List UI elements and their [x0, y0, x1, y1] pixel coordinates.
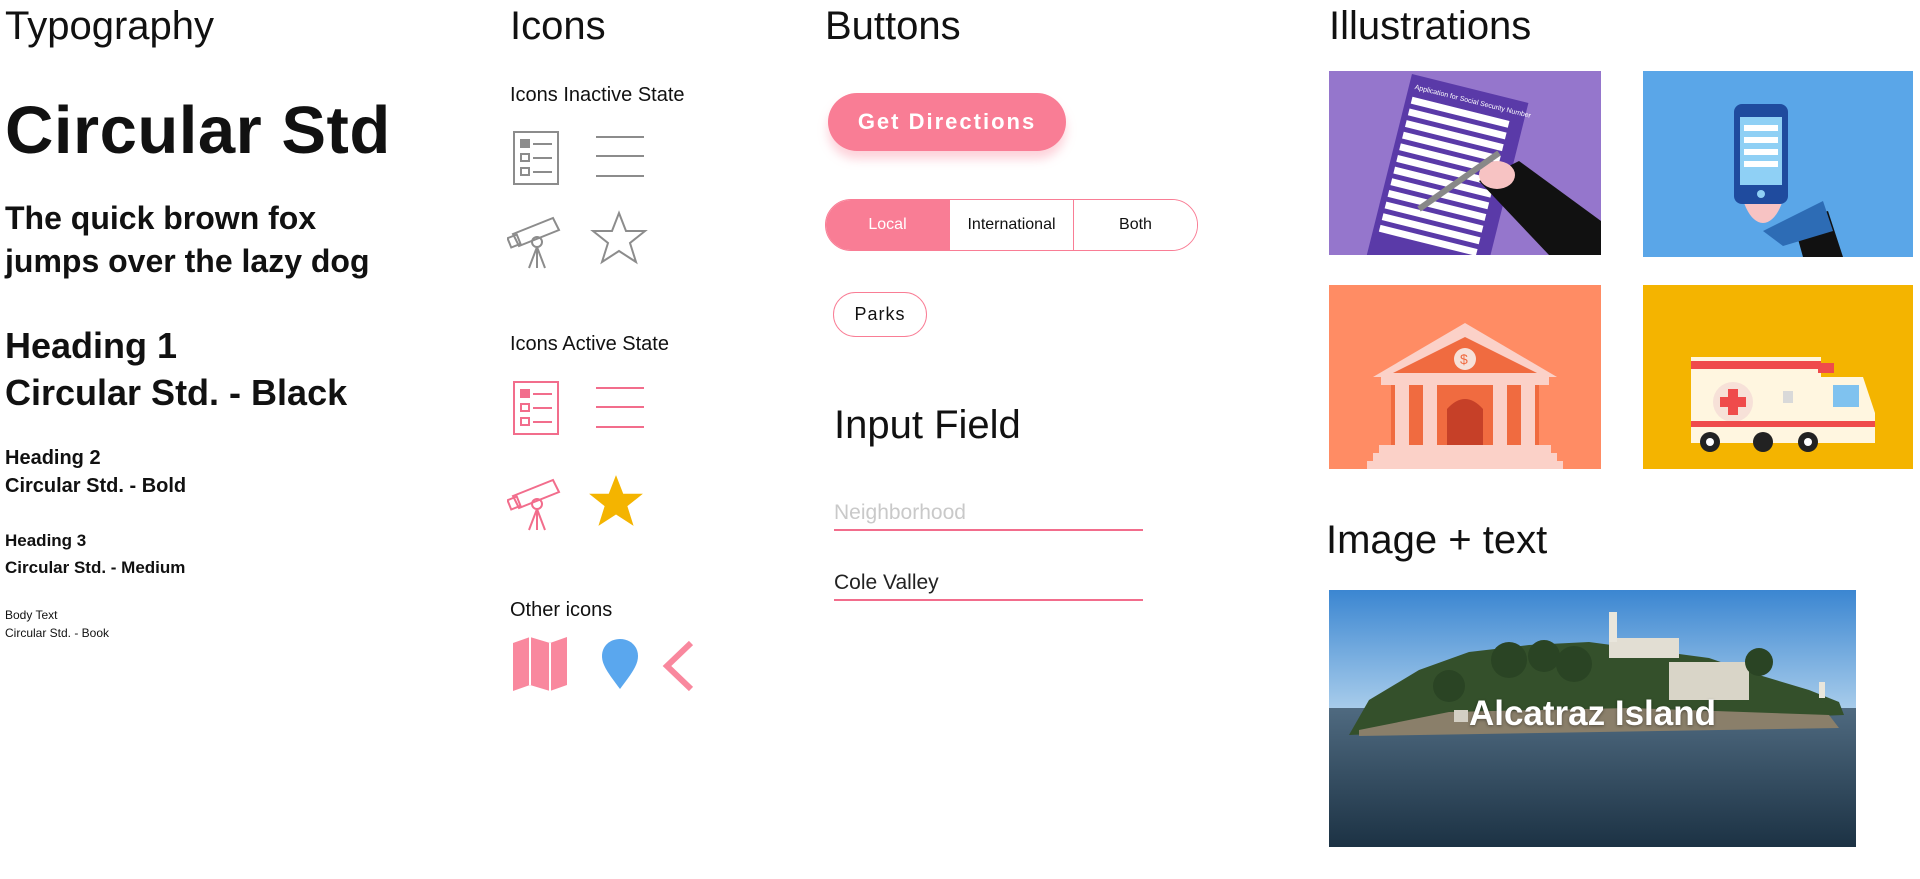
menu-lines-icon[interactable]: [594, 134, 646, 180]
icons-title: Icons: [510, 4, 606, 48]
checklist-icon-active[interactable]: [512, 380, 562, 436]
heading2-label: Heading 2: [5, 447, 101, 469]
illustration-bank-building: $: [1329, 285, 1601, 469]
illustration-application-form: Application for Social Security Number: [1329, 71, 1601, 255]
star-icon-active[interactable]: [586, 472, 646, 530]
location-pin-icon[interactable]: [600, 637, 640, 691]
telescope-icon-active[interactable]: [507, 476, 569, 532]
icons-inactive-label: Icons Inactive State: [510, 84, 685, 106]
heading3-font: Circular Std. - Medium: [5, 558, 186, 577]
input-field-title: Input Field: [834, 403, 1021, 447]
heading1-sample: Heading 1 Circular Std. - Black: [5, 322, 347, 416]
heading1-label: Heading 1: [5, 325, 178, 366]
checklist-icon[interactable]: [512, 130, 562, 186]
heading3-label: Heading 3: [5, 531, 87, 550]
heading2-font: Circular Std. - Bold: [5, 475, 187, 497]
telescope-icon[interactable]: [507, 214, 569, 270]
font-name: Circular Std: [5, 93, 391, 168]
chevron-left-icon[interactable]: [659, 640, 695, 692]
parks-chip[interactable]: Parks: [833, 292, 927, 337]
neighborhood-input[interactable]: Neighborhood: [834, 497, 1143, 531]
menu-lines-icon-active[interactable]: [594, 385, 646, 431]
body-text-font: Circular Std. - Book: [5, 626, 110, 640]
illustration-ambulance: [1643, 285, 1913, 469]
illustrations-title: Illustrations: [1329, 4, 1532, 48]
segment-international[interactable]: International: [949, 200, 1073, 250]
get-directions-button[interactable]: Get Directions: [828, 93, 1066, 151]
star-icon[interactable]: [590, 210, 648, 266]
other-icons-label: Other icons: [510, 599, 613, 621]
segment-both[interactable]: Both: [1073, 200, 1197, 250]
neighborhood-input-filled[interactable]: Cole Valley: [834, 567, 1143, 601]
svg-text:$: $: [1460, 351, 1468, 367]
illustration-phone-in-hand: [1643, 71, 1913, 257]
pangram-text: The quick brown fox jumps over the lazy …: [5, 200, 370, 279]
buttons-title: Buttons: [825, 4, 961, 48]
segment-local[interactable]: Local: [826, 200, 949, 250]
segmented-control: Local International Both: [825, 199, 1198, 251]
body-text-label: Body Text: [5, 608, 58, 622]
body-text-sample: Body Text Circular Std. - Book: [5, 606, 109, 642]
alcatraz-photo-card[interactable]: Alcatraz Island: [1329, 590, 1856, 847]
typography-title: Typography: [5, 4, 215, 48]
image-text-title: Image + text: [1326, 518, 1548, 562]
heading3-sample: Heading 3 Circular Std. - Medium: [5, 527, 185, 581]
icons-active-label: Icons Active State: [510, 333, 669, 355]
heading1-font: Circular Std. - Black: [5, 372, 348, 413]
heading2-sample: Heading 2 Circular Std. - Bold: [5, 444, 186, 500]
photo-caption: Alcatraz Island: [1468, 694, 1717, 733]
map-icon[interactable]: [511, 637, 569, 691]
